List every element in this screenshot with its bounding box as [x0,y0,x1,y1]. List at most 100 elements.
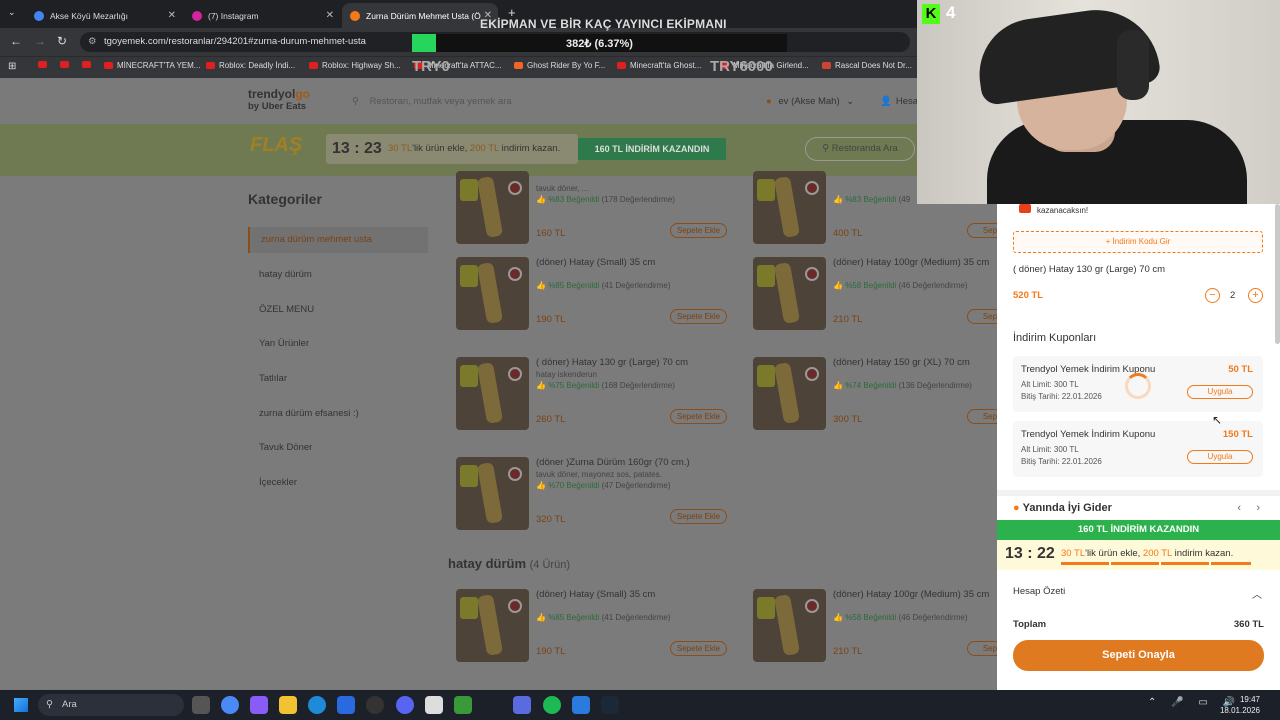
product-price: 210 TL [833,314,863,325]
add-to-cart-button[interactable]: Sepete Ekle [670,309,727,324]
edge-icon[interactable] [308,696,326,714]
product-image[interactable] [456,357,529,430]
wrap-image [476,176,504,238]
category-item[interactable]: İçecekler [248,470,428,496]
site-search-input[interactable]: ⚲ Restoran, mutfak veya yemek ara [352,96,512,107]
add-to-cart-button[interactable]: Sepete Ekle [670,641,727,656]
bookmark-yt-2[interactable] [60,61,73,68]
trendyol-go-logo[interactable]: trendyolgo by Uber Eats [248,88,310,112]
bookmark-item[interactable]: Roblox: Highway Sh... [309,61,401,70]
increase-quantity-button[interactable]: + [1248,288,1263,303]
add-to-cart-button[interactable]: Sepete [967,641,997,656]
bookmark-item[interactable]: Ghost Rider By Yo F... [514,61,605,70]
coupons-title: İndirim Kuponları [1013,332,1097,344]
bookmark-item[interactable]: MİNECRAFT'TA YEM... [104,61,200,70]
rating-percent: %74 Beğenildi [845,381,897,390]
product-card[interactable]: (döner) Hatay 100gr (Medium) 35 cm 👍 %58 … [745,583,997,673]
app-icon[interactable] [513,696,531,714]
reload-icon[interactable]: ↻ [57,34,67,48]
product-card[interactable]: (döner) Hatay (Small) 35 cm 👍 %85 Beğenil… [448,583,733,673]
apply-coupon-button[interactable]: Uygula [1187,385,1253,399]
obs-icon[interactable] [366,696,384,714]
add-to-cart-button[interactable]: Sepete [967,223,997,238]
add-to-cart-button[interactable]: Sepete Ekle [670,223,727,238]
decrease-quantity-button[interactable]: − [1205,288,1220,303]
sauce-image [508,367,522,381]
windows-start-icon[interactable] [14,698,28,712]
file-explorer-icon[interactable] [279,696,297,714]
product-image[interactable] [456,257,529,330]
category-item[interactable]: Tavuk Döner [248,435,428,461]
product-image[interactable] [753,589,826,662]
product-image[interactable] [753,171,826,244]
product-image[interactable] [753,357,826,430]
bookmark-yt-1[interactable] [38,61,51,68]
forward-icon[interactable]: → [34,34,46,48]
product-image[interactable] [753,257,826,330]
bookmark-item[interactable]: Minecraft'ta Ghost... [617,61,701,70]
minecraft-icon[interactable] [454,696,472,714]
category-item[interactable]: Yan Ürünler [248,331,428,357]
store-icon[interactable] [337,696,355,714]
task-view-icon[interactable] [192,696,210,714]
coupon-expiry: Bitiş Tarihi: 22.01.2026 [1021,457,1102,466]
account-menu[interactable]: 👤 Hesa [880,96,918,107]
tab-list-icon[interactable]: ⌄ [8,7,16,18]
category-item[interactable]: zurna dürüm efsanesi :) [248,401,428,427]
category-item[interactable]: Tatlılar [248,366,428,392]
thumbs-up-icon: 👍 [536,195,549,204]
taskbar-search-text: Ara [62,699,77,710]
spotify-icon[interactable] [543,696,561,714]
bookmark-item[interactable]: Roblox: Deadly İndi... [206,61,295,70]
close-icon[interactable]: ✕ [326,10,334,21]
confirm-cart-button[interactable]: Sepeti Onayla [1013,640,1264,671]
tab-instagram[interactable]: (7) Instagram ✕ [184,3,340,28]
chrome-icon[interactable] [221,696,239,714]
category-item[interactable]: hatay dürüm [248,262,428,288]
add-to-cart-button[interactable]: Sepete [967,309,997,324]
product-image[interactable] [456,589,529,662]
apps-icon[interactable]: ⊞ [8,61,16,72]
product-card[interactable]: (döner) Hatay (Small) 35 cm 👍 %85 Beğenil… [448,251,733,341]
back-icon[interactable]: ← [10,34,22,48]
location-selector[interactable]: ● ev (Akse Mah) ⌄ [766,96,854,107]
chevron-right-icon[interactable]: › [1256,502,1260,514]
close-icon[interactable]: ✕ [168,10,176,21]
bookmark-label: Roblox: Highway Sh... [322,61,401,70]
copilot-icon[interactable] [250,696,268,714]
product-card[interactable]: (döner) Hatay 150 gr (XL) 70 cm 👍 %74 Beğ… [745,351,997,441]
add-to-cart-button[interactable]: Sepete [967,409,997,424]
bookmark-yt-3[interactable] [82,61,95,68]
product-card[interactable]: (döner) Hatay 100gr (Medium) 35 cm 👍 %58 … [745,251,997,341]
taskbar-search[interactable]: ⚲ Ara [38,694,184,716]
category-item[interactable]: zurna dürüm mehmet usta [248,227,428,253]
product-card[interactable]: tavuk döner, ... 👍 %83 Beğenildi (178 Değ… [448,165,733,255]
steam-icon[interactable] [601,696,619,714]
apply-coupon-button[interactable]: Uygula [1187,450,1253,464]
youtube-icon [82,61,91,68]
product-image[interactable] [456,171,529,244]
restaurant-search-button[interactable]: ⚲ Restoranda Ara [805,137,915,161]
product-card[interactable]: ( döner) Hatay 130 gr (Large) 70 cm hatay… [448,351,733,441]
site-info-icon[interactable]: ⚙ [88,32,97,52]
category-item[interactable]: ÖZEL MENU [248,297,428,323]
capcut-icon[interactable] [425,696,443,714]
chevron-left-icon[interactable]: ‹ [1237,502,1241,514]
enter-coupon-code-button[interactable]: + İndirim Kodu Gir [1013,231,1263,253]
tab-akse[interactable]: Akse Köyü Mezarlığı ✕ [26,3,182,28]
product-image[interactable] [456,457,529,530]
product-card[interactable]: (döner )Zurna Dürüm 160gr (70 cm.) tavuk … [448,451,733,541]
add-to-cart-button[interactable]: Sepete Ekle [670,509,727,524]
discount-won-button[interactable]: 160 TL İNDİRİM KAZANDIN [578,138,726,160]
add-to-cart-button[interactable]: Sepete Ekle [670,409,727,424]
clock[interactable]: 19:47 18.01.2026 [1220,694,1260,716]
tab-zurna[interactable]: Zurna Dürüm Mehmet Usta (Ö ✕ [342,3,498,28]
chevron-up-icon[interactable]: ︿ [1252,586,1262,601]
cart-scrollbar[interactable] [1275,204,1280,344]
total-value: 360 TL [1233,619,1264,630]
discord-icon[interactable] [396,696,414,714]
rating-count: (178 Değerlendirme) [601,195,675,204]
network-app-icon[interactable] [572,696,590,714]
bookmark-item[interactable]: Rascal Does Not Dr... [822,61,912,70]
promo-discount: 200 TL [1142,548,1172,559]
